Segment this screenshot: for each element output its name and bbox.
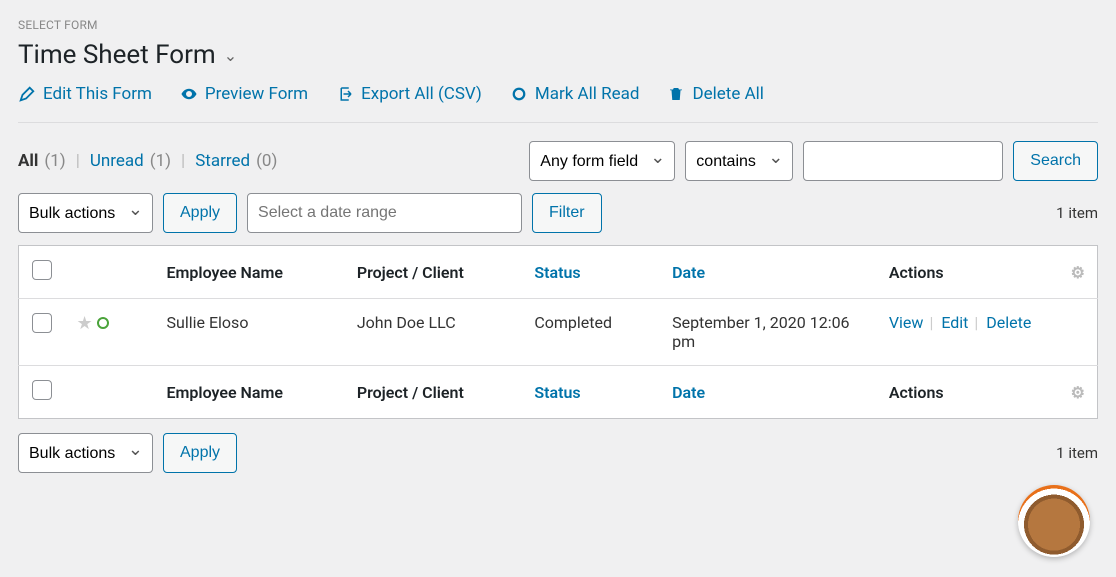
bulk-actions-select-top[interactable]: Bulk actions bbox=[18, 193, 153, 233]
edit-form-link[interactable]: Edit This Form bbox=[18, 84, 152, 104]
entries-table: Employee Name Project / Client Status Da… bbox=[18, 245, 1098, 419]
unread-indicator-icon[interactable] bbox=[97, 317, 109, 329]
bulk-actions-select-bottom[interactable]: Bulk actions bbox=[18, 433, 153, 473]
export-csv-link[interactable]: Export All (CSV) bbox=[336, 84, 482, 104]
date-range-input[interactable] bbox=[247, 193, 522, 233]
view-all-label[interactable]: All bbox=[18, 151, 38, 171]
search-value-input[interactable] bbox=[803, 141, 1003, 181]
search-field-select[interactable]: Any form field bbox=[529, 141, 675, 181]
table-row: ★ Sullie Eloso John Doe LLC Completed Se… bbox=[19, 299, 1098, 366]
star-icon[interactable]: ★ bbox=[77, 313, 93, 334]
col-status-foot[interactable]: Status bbox=[522, 366, 660, 419]
items-count-bottom: 1 item bbox=[1056, 444, 1098, 462]
view-filters: All (1) | Unread (1) | Starred (0) bbox=[18, 151, 277, 171]
col-project-foot: Project / Client bbox=[345, 366, 523, 419]
filter-button[interactable]: Filter bbox=[532, 193, 602, 233]
col-status[interactable]: Status bbox=[522, 246, 660, 299]
delete-all-label: Delete All bbox=[692, 84, 763, 104]
view-unread-count: (1) bbox=[150, 151, 171, 171]
search-button[interactable]: Search bbox=[1013, 141, 1098, 181]
select-all-checkbox-top[interactable] bbox=[32, 260, 52, 280]
row-checkbox[interactable] bbox=[32, 313, 52, 333]
col-employee: Employee Name bbox=[155, 246, 345, 299]
select-form-label: SELECT FORM bbox=[18, 18, 1098, 32]
row-delete-link[interactable]: Delete bbox=[986, 313, 1031, 332]
preview-form-label: Preview Form bbox=[205, 84, 308, 104]
eye-icon bbox=[180, 85, 198, 103]
chevron-down-icon: ⌄ bbox=[224, 46, 237, 65]
cell-status: Completed bbox=[522, 299, 660, 366]
preview-form-link[interactable]: Preview Form bbox=[180, 84, 308, 104]
bulk-apply-button-bottom[interactable]: Apply bbox=[163, 433, 237, 473]
mark-all-read-label: Mark All Read bbox=[535, 84, 640, 104]
view-starred-count: (0) bbox=[256, 151, 277, 171]
col-project: Project / Client bbox=[345, 246, 523, 299]
export-csv-label: Export All (CSV) bbox=[361, 84, 482, 104]
circle-icon bbox=[510, 85, 528, 103]
gear-icon[interactable]: ⚙ bbox=[1071, 263, 1085, 282]
form-selector[interactable]: Time Sheet Form ⌄ bbox=[18, 40, 237, 70]
col-employee-foot: Employee Name bbox=[155, 366, 345, 419]
delete-all-link[interactable]: Delete All bbox=[667, 84, 763, 104]
col-date[interactable]: Date bbox=[660, 246, 877, 299]
search-operator-select[interactable]: contains bbox=[685, 141, 793, 181]
pencil-icon bbox=[18, 85, 36, 103]
col-date-foot[interactable]: Date bbox=[660, 366, 877, 419]
view-all-count: (1) bbox=[44, 151, 65, 171]
cell-date: September 1, 2020 12:06 pm bbox=[660, 299, 877, 366]
mark-all-read-link[interactable]: Mark All Read bbox=[510, 84, 640, 104]
trash-icon bbox=[667, 85, 685, 103]
export-icon bbox=[336, 85, 354, 103]
edit-form-label: Edit This Form bbox=[43, 84, 152, 104]
col-actions-foot: Actions bbox=[877, 366, 1059, 419]
view-starred-label[interactable]: Starred bbox=[195, 151, 250, 171]
bulk-apply-button-top[interactable]: Apply bbox=[163, 193, 237, 233]
help-bubble-button[interactable] bbox=[1018, 485, 1090, 557]
cell-project: John Doe LLC bbox=[345, 299, 523, 366]
form-title: Time Sheet Form bbox=[18, 40, 216, 70]
items-count-top: 1 item bbox=[1056, 204, 1098, 222]
row-edit-link[interactable]: Edit bbox=[941, 313, 968, 332]
gear-icon[interactable]: ⚙ bbox=[1071, 383, 1085, 402]
cell-employee: Sullie Eloso bbox=[155, 299, 345, 366]
select-all-checkbox-bottom[interactable] bbox=[32, 380, 52, 400]
row-view-link[interactable]: View bbox=[889, 313, 924, 332]
col-actions: Actions bbox=[877, 246, 1059, 299]
view-unread-label[interactable]: Unread bbox=[90, 151, 144, 171]
